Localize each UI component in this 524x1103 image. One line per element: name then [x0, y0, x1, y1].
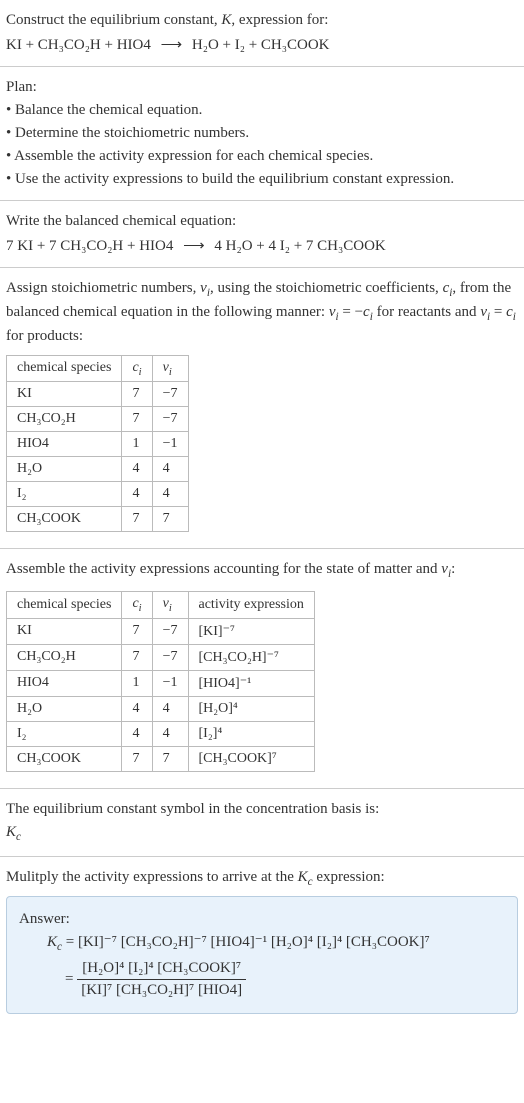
- table-row: H₂O44[H₂O]⁴: [7, 696, 315, 721]
- eq-right: H₂O + I₂ + CH₃COOK: [192, 37, 330, 53]
- activity-table: chemical species ci νi activity expressi…: [6, 591, 315, 772]
- table-header-row: chemical species ci νi activity expressi…: [7, 592, 315, 619]
- balanced-eq-label: Write the balanced chemical equation:: [6, 211, 518, 232]
- plan-bullet-2: • Determine the stoichiometric numbers.: [6, 123, 518, 144]
- table-row: I₂44[I₂]⁴: [7, 721, 315, 746]
- stoich-intro: Assign stoichiometric numbers, νi, using…: [6, 278, 518, 347]
- col-species: chemical species: [7, 592, 122, 619]
- multiply-line: Mulitply the activity expressions to arr…: [6, 867, 518, 891]
- balanced-equation: 7 KI + 7 CH₃CO₂H + HIO4 ⟶ 4 H₂O + 4 I₂ +…: [6, 236, 518, 255]
- prompt-line: Construct the equilibrium constant, K, e…: [6, 10, 518, 31]
- kc-symbol-section: The equilibrium constant symbol in the c…: [0, 789, 524, 857]
- table-row: CH₃CO₂H7−7[CH₃CO₂H]⁻⁷: [7, 644, 315, 670]
- kc-fraction: = [H₂O]⁴ [I₂]⁴ [CH₃COOK]⁷ [KI]⁷ [CH₃CO₂H…: [19, 958, 505, 1001]
- plan-label: Plan:: [6, 77, 518, 98]
- final-section: Mulitply the activity expressions to arr…: [0, 857, 524, 1031]
- fraction: [H₂O]⁴ [I₂]⁴ [CH₃COOK]⁷ [KI]⁷ [CH₃CO₂H]⁷…: [77, 958, 246, 1001]
- activity-intro: Assemble the activity expressions accoun…: [6, 559, 518, 583]
- fraction-denominator: [KI]⁷ [CH₃CO₂H]⁷ [HIO4]: [77, 980, 246, 1001]
- table-row: H₂O44: [7, 457, 189, 482]
- col-vi: νi: [152, 592, 188, 619]
- col-vi: νi: [152, 355, 188, 382]
- table-header-row: chemical species ci νi: [7, 355, 189, 382]
- balanced-left: 7 KI + 7 CH₃CO₂H + HIO4: [6, 238, 173, 254]
- col-species: chemical species: [7, 355, 122, 382]
- eq-left: KI + CH₃CO₂H + HIO4: [6, 37, 151, 53]
- table-row: KI7−7: [7, 382, 189, 407]
- plan-bullet-1: • Balance the chemical equation.: [6, 100, 518, 121]
- balanced-right: 4 H₂O + 4 I₂ + 7 CH₃COOK: [214, 238, 385, 254]
- plan-section: Plan: • Balance the chemical equation. •…: [0, 67, 524, 201]
- equals-sign: =: [65, 971, 73, 987]
- plan-bullet-4: • Use the activity expressions to build …: [6, 169, 518, 190]
- plan-bullet-3: • Assemble the activity expression for e…: [6, 146, 518, 167]
- fraction-numerator: [H₂O]⁴ [I₂]⁴ [CH₃COOK]⁷: [77, 958, 246, 980]
- stoich-numbers-section: Assign stoichiometric numbers, νi, using…: [0, 268, 524, 549]
- table-row: I₂44: [7, 482, 189, 507]
- table-row: CH₃CO₂H7−7: [7, 407, 189, 432]
- table-row: HIO41−1[HIO4]⁻¹: [7, 670, 315, 696]
- arrow-icon: ⟶: [155, 37, 189, 53]
- stoich-table: chemical species ci νi KI7−7 CH₃CO₂H7−7 …: [6, 355, 189, 533]
- answer-box: Answer: Kc = [KI]⁻⁷ [CH₃CO₂H]⁻⁷ [HIO4]⁻¹…: [6, 896, 518, 1014]
- balanced-eq-section: Write the balanced chemical equation: 7 …: [0, 201, 524, 268]
- unbalanced-equation: KI + CH₃CO₂H + HIO4 ⟶ H₂O + I₂ + CH₃COOK: [6, 35, 518, 54]
- table-row: CH₃COOK77[CH₃COOK]⁷: [7, 746, 315, 771]
- activity-section: Assemble the activity expressions accoun…: [0, 549, 524, 789]
- table-row: KI7−7[KI]⁻⁷: [7, 618, 315, 644]
- table-row: CH₃COOK77: [7, 507, 189, 532]
- kc-symbol: Kc: [6, 822, 518, 846]
- col-activity: activity expression: [188, 592, 314, 619]
- prompt-section: Construct the equilibrium constant, K, e…: [0, 0, 524, 67]
- col-ci: ci: [122, 355, 152, 382]
- kc-symbol-text: The equilibrium constant symbol in the c…: [6, 799, 518, 820]
- table-row: HIO41−1: [7, 432, 189, 457]
- arrow-icon: ⟶: [177, 238, 211, 254]
- kc-expression: Kc = [KI]⁻⁷ [CH₃CO₂H]⁻⁷ [HIO4]⁻¹ [H₂O]⁴ …: [19, 932, 505, 956]
- col-ci: ci: [122, 592, 152, 619]
- answer-label: Answer:: [19, 909, 505, 930]
